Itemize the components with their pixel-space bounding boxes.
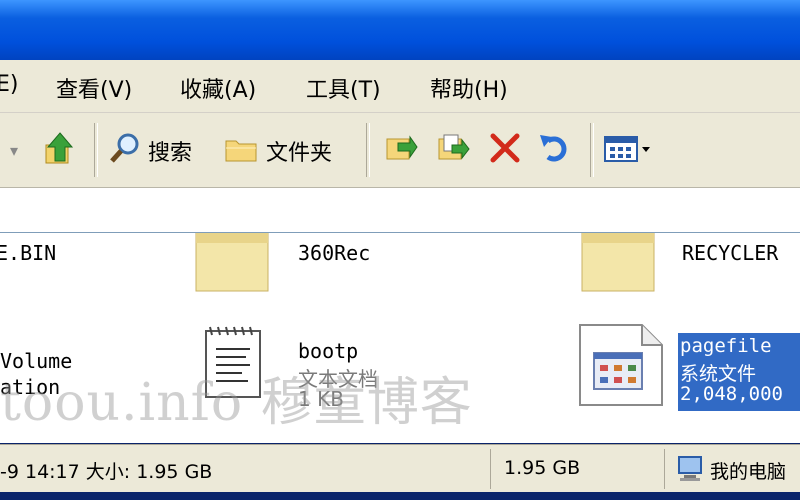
up-arrow-icon (45, 132, 74, 164)
up-folder-button[interactable] (44, 131, 76, 171)
menu-bar: E) 查看(V) 收藏(A) 工具(T) 帮助(H) (0, 60, 800, 113)
file-name[interactable]: E.BIN (0, 241, 56, 265)
move-to-icon[interactable] (384, 131, 418, 169)
status-divider (490, 449, 491, 489)
toolbar-separator (590, 123, 594, 177)
menu-view[interactable]: 查看(V) (56, 72, 132, 104)
delete-icon[interactable] (488, 131, 522, 169)
folder-icon[interactable] (224, 135, 258, 167)
file-name[interactable]: RECYCLER (682, 241, 778, 265)
dropdown-arrow-icon[interactable]: ▾ (10, 141, 18, 160)
undo-icon[interactable] (538, 131, 572, 169)
menu-help[interactable]: 帮助(H) (430, 72, 508, 104)
folder-icon[interactable] (580, 233, 656, 297)
address-bar[interactable] (0, 188, 800, 233)
status-divider (664, 449, 665, 489)
toolbar-separator (94, 123, 98, 177)
menu-tools[interactable]: 工具(T) (306, 72, 381, 104)
search-icon[interactable] (108, 131, 142, 169)
toolbar: ▾ 搜索 文件夹 (0, 113, 800, 188)
search-button[interactable]: 搜索 (148, 135, 192, 167)
status-info: -9 14:17 大小: 1.95 GB (0, 461, 213, 483)
window-title-bar[interactable] (0, 0, 800, 60)
menu-edit[interactable]: E) (0, 72, 18, 97)
selected-file[interactable]: pagefile 系统文件 2,048,000 (678, 333, 800, 411)
computer-icon (676, 455, 704, 487)
window-bottom-border (0, 492, 800, 500)
status-location: 我的电脑 (710, 461, 787, 483)
file-size: 2,048,000 (680, 383, 783, 405)
folders-button[interactable]: 文件夹 (266, 135, 332, 167)
toolbar-separator (366, 123, 370, 177)
views-icon[interactable] (604, 135, 652, 169)
file-name[interactable]: 360Rec (298, 241, 370, 265)
copy-to-icon[interactable] (436, 131, 470, 169)
menu-favorites[interactable]: 收藏(A) (180, 72, 256, 104)
file-name: pagefile (680, 335, 772, 357)
system-file-icon[interactable] (578, 323, 664, 411)
status-bar: -9 14:17 大小: 1.95 GB 1.95 GB 我的电脑 (0, 444, 800, 493)
status-size: 1.95 GB (504, 457, 581, 479)
folder-icon[interactable] (194, 233, 270, 297)
watermark: toou.info 穆童博客 (0, 373, 473, 433)
file-type: 系统文件 (680, 363, 757, 385)
